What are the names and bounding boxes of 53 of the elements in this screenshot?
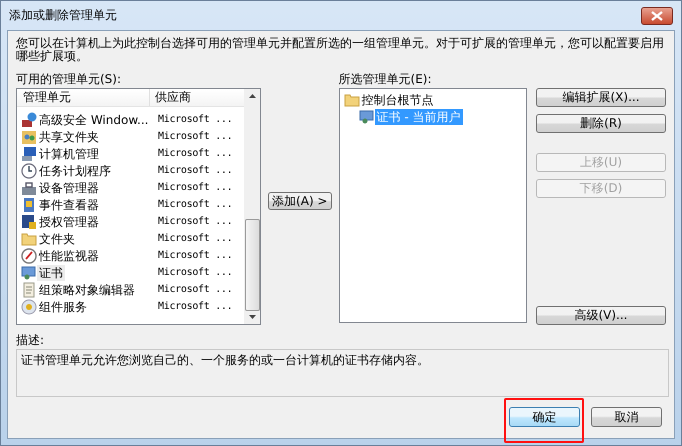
vendor-cell: Microsoft ... [158, 216, 232, 227]
intro-text: 您可以在计算机上为此控制台选择可用的管理单元并配置所选的一组管理单元。对于可扩展的管理单元，您可以配置要启用哪些扩展项。 [16, 37, 665, 63]
vendor-cell: Microsoft ... [158, 131, 232, 142]
certificate-icon [358, 108, 375, 124]
vendor-cell: Microsoft ... [158, 114, 232, 125]
dialog-button[interactable]: 取消 [591, 407, 662, 427]
vendor-cell: Microsoft ... [158, 182, 232, 193]
dialog-button[interactable]: 确定 [509, 407, 580, 427]
folder-icon [344, 92, 360, 108]
clock-icon [21, 162, 37, 178]
snap-in-name[interactable]: 组件服务 [37, 298, 89, 314]
snap-in-name[interactable]: 文件夹 [37, 230, 77, 246]
snap-in-name[interactable]: 共享文件夹 [37, 128, 101, 144]
vendor-cell: Microsoft ... [158, 148, 232, 159]
selected-label: 所选管理单元(E): [338, 72, 433, 86]
action-button[interactable]: 编辑扩展(X)... [536, 88, 666, 107]
close-icon[interactable] [651, 10, 663, 20]
vendor-cell: Microsoft ... [158, 199, 232, 210]
column-header[interactable]: 管理单元 [17, 89, 150, 106]
snap-in-name[interactable]: 高级安全 Window... [37, 112, 150, 128]
vendor-cell: Microsoft ... [158, 250, 232, 261]
vendor-cell: Microsoft ... [158, 301, 232, 312]
snap-in-name[interactable]: 事件查看器 [37, 196, 101, 212]
snap-in-name[interactable]: 性能监视器 [37, 248, 101, 264]
available-label: 可用的管理单元(S): [16, 72, 122, 86]
scroll-down-icon[interactable] [248, 315, 256, 319]
vendor-cell: Microsoft ... [158, 233, 232, 244]
action-button[interactable]: 高级(V)... [536, 306, 666, 325]
vendor-cell: Microsoft ... [158, 165, 232, 176]
computer-icon [21, 146, 37, 162]
snap-in-name[interactable]: 证书 [37, 264, 65, 280]
vendor-cell: Microsoft ... [158, 267, 232, 278]
snap-in-name[interactable]: 组策略对象编辑器 [37, 282, 137, 298]
add-button[interactable]: 添加(A) > [268, 192, 332, 210]
close-button[interactable] [641, 6, 673, 24]
action-button[interactable]: 删除(R) [536, 114, 666, 133]
snap-in-name[interactable]: 设备管理器 [37, 180, 101, 196]
folder-icon [21, 230, 37, 246]
description-label: 描述: [16, 333, 46, 347]
window-title: 添加或删除管理单元 [8, 7, 117, 24]
snap-in-name[interactable]: 任务计划程序 [37, 162, 113, 178]
tree-item[interactable]: 控制台根节点 [360, 92, 436, 108]
snap-in-name[interactable]: 授权管理器 [37, 214, 101, 230]
vendor-cell: Microsoft ... [158, 284, 232, 295]
column-header[interactable]: 供应商 [150, 89, 191, 106]
certificate-icon [21, 264, 37, 280]
toolbox-icon [21, 180, 37, 196]
description-text: 证书管理单元允许您浏览自己的、一个服务的或一台计算机的证书存储内容。 [16, 349, 669, 397]
gauge-icon [21, 248, 37, 264]
snap-in-name[interactable]: 计算机管理 [37, 146, 101, 162]
scrollbar[interactable] [244, 89, 260, 324]
scroll-up-icon[interactable] [248, 94, 256, 98]
document-icon [21, 282, 37, 298]
